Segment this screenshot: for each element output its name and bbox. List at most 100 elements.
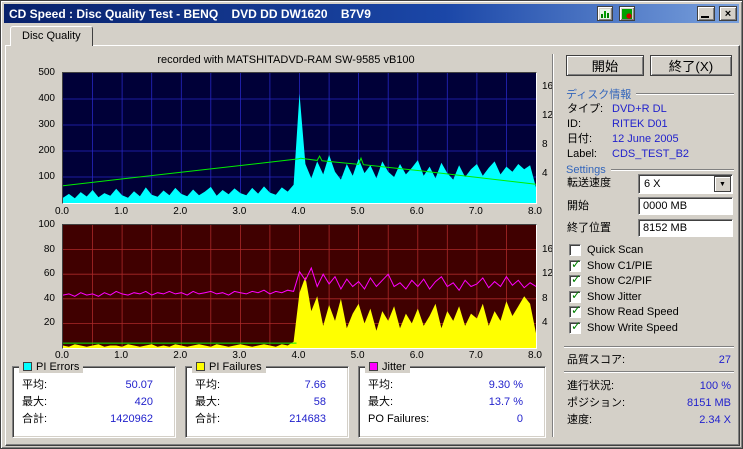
checkmark-icon: ✓: [571, 271, 582, 286]
pi-failures-jitter-chart: [62, 224, 537, 349]
minimize-glyph: [701, 16, 709, 18]
checkbox-show-jitter[interactable]: ✓ Show Jitter: [569, 288, 641, 303]
checkbox-show-read-speed[interactable]: ✓ Show Read Speed: [569, 302, 679, 318]
bottom-chart-right-axis: 16 12 8 4: [539, 224, 559, 347]
pi-failures-title: PI Failures: [209, 360, 262, 373]
top-chart-left-axis: 500 400 300 200 100: [32, 67, 59, 202]
axis-tick-label: 4.0: [291, 350, 306, 361]
minimize-button[interactable]: [697, 6, 715, 21]
jitter-stats-box: Jitter 平均: 9.30 % 最大: 13.7 % PO Failures: 0: [358, 360, 546, 438]
pi-errors-stats-box: PI Errors 平均: 50.07 最大: 420 合計: 1420962: [12, 360, 176, 438]
axis-tick-label: 8: [542, 139, 548, 151]
stat-value: 13.7 %: [488, 396, 523, 408]
checkbox-box[interactable]: ✓: [569, 256, 582, 272]
axis-tick-label: 500: [38, 67, 55, 78]
close-button[interactable]: ×: [719, 6, 737, 21]
pi-failures-stats-box: PI Failures 平均: 7.66 最大: 58 合計: 214683: [185, 360, 349, 438]
titlebar[interactable]: CD Speed : Disc Quality Test - BENQ DVD …: [4, 4, 739, 23]
axis-tick-label: 5.0: [350, 350, 365, 361]
axis-tick-label: 4.0: [291, 206, 306, 217]
axis-tick-label: 8.0: [528, 350, 542, 361]
checkbox-box[interactable]: ✓: [569, 243, 581, 256]
checkbox-show-c2-pif[interactable]: ✓ Show C2/PIF: [569, 271, 652, 287]
axis-tick-label: 100: [38, 171, 55, 182]
axis-tick-label: 5.0: [350, 206, 365, 217]
chevron-down-icon[interactable]: ▼: [714, 176, 731, 192]
checkbox-show-write-speed[interactable]: ✓ Show Write Speed: [569, 318, 678, 334]
bottom-chart-x-axis: 0.0 1.0 2.0 3.0 4.0 5.0 6.0 7.0 8.0: [55, 350, 542, 363]
axis-tick-label: 400: [38, 93, 55, 104]
progress-value: 100 %: [699, 380, 731, 392]
axis-tick-label: 2.0: [173, 350, 188, 361]
axis-tick-label: 7.0: [468, 350, 483, 361]
app-window: CD Speed : Disc Quality Test - BENQ DVD …: [0, 0, 743, 449]
disc-icon-button[interactable]: [619, 6, 635, 21]
checkmark-icon: ✓: [571, 318, 582, 333]
stat-label: 合計:: [195, 413, 221, 425]
axis-tick-label: 20: [43, 317, 55, 329]
stat-label: 平均:: [22, 379, 48, 391]
axis-tick-label: 8: [542, 292, 548, 304]
disc-id-row: ID: RITEK D01: [567, 118, 668, 130]
stat-label: 最大:: [195, 396, 221, 408]
start-button[interactable]: 開始: [566, 55, 644, 76]
start-position-field[interactable]: [638, 197, 733, 215]
axis-tick-label: 1.0: [114, 350, 129, 361]
disc-label-row: Label: CDS_TEST_B2: [567, 148, 690, 160]
stat-label: 合計:: [22, 413, 48, 425]
chart-icon: [600, 8, 610, 19]
stat-value: 50.07: [125, 379, 153, 391]
end-position-label: 終了位置: [567, 222, 611, 234]
disc-icon: [622, 8, 632, 19]
checkbox-box[interactable]: ✓: [569, 302, 582, 318]
window-title: CD Speed : Disc Quality Test - BENQ DVD …: [9, 6, 371, 21]
axis-tick-label: 3.0: [232, 206, 247, 217]
checkbox-box[interactable]: ✓: [569, 271, 582, 287]
axis-tick-label: 40: [43, 292, 55, 304]
chart-icon-button[interactable]: [597, 6, 613, 21]
stat-value: 9.30 %: [488, 379, 523, 391]
pi-errors-plot: [63, 73, 536, 203]
checkbox-show-c1-pie[interactable]: ✓ Show C1/PIE: [569, 256, 652, 272]
jitter-swatch: [369, 362, 378, 371]
stat-value: 214683: [289, 413, 326, 425]
axis-tick-label: 8.0: [528, 206, 542, 217]
axis-tick-label: 6.0: [409, 350, 424, 361]
checkmark-icon: ✓: [571, 256, 582, 271]
disc-type-row: タイプ: DVD+R DL: [567, 103, 667, 115]
checkbox-quick-scan[interactable]: ✓ Quick Scan: [569, 243, 643, 256]
checkbox-box[interactable]: ✓: [569, 288, 581, 303]
disc-info-header: ディスク情報: [566, 86, 734, 102]
disc-date-row: 日付: 12 June 2005: [567, 133, 679, 145]
stat-value: 1420962: [110, 413, 153, 425]
speed-select[interactable]: 6 X ▼: [638, 174, 733, 194]
axis-tick-label: 100: [38, 219, 55, 230]
jitter-title: Jitter: [382, 360, 406, 373]
axis-tick-label: 80: [43, 243, 55, 255]
axis-tick-label: 2.0: [173, 206, 188, 217]
stat-value: 58: [313, 396, 326, 408]
quality-score-value: 27: [718, 354, 731, 366]
axis-tick-label: 200: [38, 145, 55, 156]
top-chart-right-axis: 16 12 8 4: [539, 72, 559, 202]
close-icon: ×: [724, 7, 732, 20]
stat-label: 平均:: [368, 379, 394, 391]
pi-failures-plot: [63, 225, 536, 348]
main-panel: recorded with MATSHITADVD-RAM SW-9585 vB…: [5, 45, 740, 446]
progress-row: 進行状況: 100 %: [567, 380, 731, 392]
exit-button[interactable]: 終了(X): [650, 55, 732, 76]
sidebar-divider: [552, 54, 554, 437]
header-rule: [610, 169, 734, 171]
end-position-field[interactable]: [638, 219, 733, 237]
tab-disc-quality[interactable]: Disc Quality: [10, 26, 93, 46]
checkbox-box[interactable]: ✓: [569, 318, 582, 334]
stat-value: 0: [516, 413, 523, 425]
checkmark-icon: ✓: [571, 302, 582, 317]
start-position-label: 開始: [567, 200, 589, 212]
top-chart-x-axis: 0.0 1.0 2.0 3.0 4.0 5.0 6.0 7.0 8.0: [55, 206, 542, 219]
speed-value: 2.34 X: [699, 414, 731, 426]
header-rule: [636, 93, 734, 95]
stat-value: 420: [134, 396, 153, 408]
sidebar: 開始 終了(X) ディスク情報 タイプ: DVD+R DL ID: RITEK …: [558, 46, 739, 445]
axis-tick-label: 1.0: [114, 206, 129, 217]
